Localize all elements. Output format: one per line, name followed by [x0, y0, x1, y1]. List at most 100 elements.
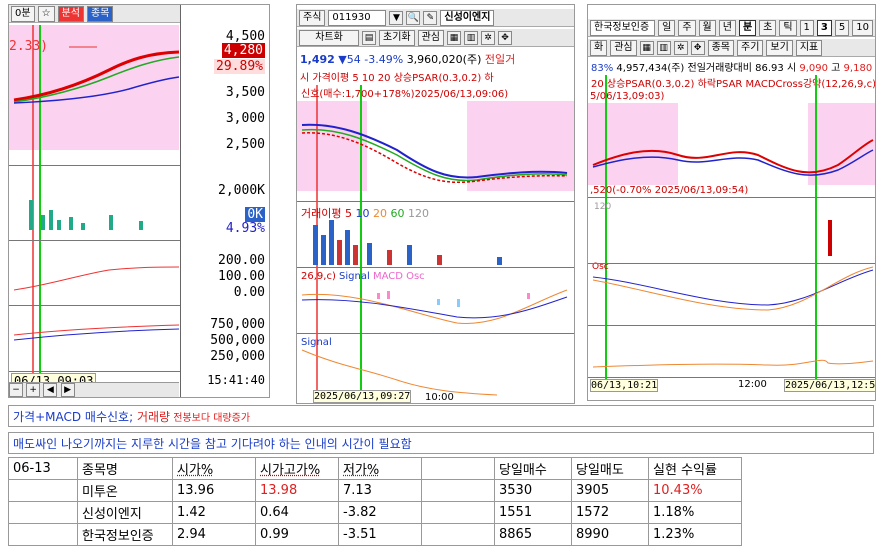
row-sell: 8990: [571, 523, 649, 546]
row-name: 한국정보인증: [77, 523, 173, 546]
row-profit: 1.23%: [648, 523, 742, 546]
signal-line: [301, 349, 498, 396]
macd-signal: Signal: [339, 271, 370, 282]
axis-tick: 750,000: [210, 317, 265, 332]
row-blank: [421, 523, 495, 546]
table-row: 신성이엔지 1.42 0.64 -3.82 1551 1572 1.18%: [8, 501, 742, 524]
header-sell: 당일매도: [571, 457, 649, 480]
zoom-in-icon[interactable]: +: [26, 383, 41, 397]
scroll-right-icon[interactable]: ▶: [60, 383, 75, 397]
volume-legend: 120: [594, 202, 611, 212]
axis-tick: 2,000K: [218, 183, 265, 198]
table-header-row: 06-13 종목명 시가% 시가고가% 저가% 당일매수 당일매도 실현 수익률: [8, 457, 742, 480]
macd-legend: 26,9,c) Signal MACD Osc: [301, 271, 425, 282]
table-row: 미투온 13.96 13.98 7.13 3530 3905 10.43%: [8, 479, 742, 502]
caption-patience: 매도싸인 나오기까지는 지루한 시간을 참고 기다려야 하는 인내의 시간이 필…: [8, 432, 874, 454]
axis-tick: 3,000: [225, 111, 265, 126]
obv-signal-line: [13, 328, 180, 341]
vol-ma10: 10: [355, 207, 370, 220]
price-axis: 4,500 4,280 29.89% 3,500 3,000 2,500 2,0…: [180, 5, 269, 397]
date-left-label: 06/13,10:21: [590, 379, 659, 392]
volume-spike: [828, 220, 832, 256]
vol-ma5: 거래이평 5: [301, 207, 352, 220]
header-profit: 실현 수익률: [648, 457, 742, 480]
macd-line: [13, 266, 180, 291]
macd-line: [592, 266, 874, 311]
axis-tick: 100.00: [218, 269, 265, 284]
row-date: [8, 523, 78, 546]
caption-signal-b: 거래량: [136, 410, 171, 424]
macd-osc-bars: [377, 291, 530, 307]
trade-result-table: 06-13 종목명 시가% 시가고가% 저가% 당일매수 당일매도 실현 수익률…: [8, 457, 742, 546]
row-buy: 8865: [494, 523, 572, 546]
axis-tick: 0.00: [233, 285, 265, 300]
row-open-high: 13.98: [255, 479, 339, 502]
row-name: 미투온: [77, 479, 173, 502]
header-buy: 당일매수: [494, 457, 572, 480]
row-buy: 3530: [494, 479, 572, 502]
axis-tick: 4,500: [225, 29, 265, 44]
row-date: [8, 479, 78, 502]
header-open-high: 시가고가%: [255, 457, 339, 480]
caption-signal-a: 가격+MACD 매수신호;: [13, 410, 137, 424]
vol-ma20: 20: [372, 207, 387, 220]
row-date: [8, 501, 78, 524]
header-open: 시가%: [172, 457, 256, 480]
nav-bar[interactable]: − + ◀ ▶: [9, 382, 179, 397]
axis-tick: 250,000: [210, 349, 265, 364]
header-low: 저가%: [338, 457, 422, 480]
header-blank: [421, 457, 495, 480]
signal-text: 신호(매수:1,700+178%)2025/06/13,09:06): [301, 88, 508, 100]
macd-osc: MACD Osc: [372, 271, 425, 282]
axis-tick: 2,500: [225, 137, 265, 152]
header-name: 종목명: [77, 457, 173, 480]
row-low: 7.13: [338, 479, 422, 502]
row-blank: [421, 501, 495, 524]
row-open: 1.42: [172, 501, 256, 524]
price-chart-canvas: 5/06/13,09:03) ,520(-0.70% 2025/06/13,09…: [588, 75, 875, 390]
macd-param: 26,9,c): [301, 271, 336, 282]
caption-signal: 가격+MACD 매수신호; 거래량 전봉보다 대량증가: [8, 405, 874, 427]
row-buy: 1551: [494, 501, 572, 524]
header-date: 06-13: [8, 457, 78, 480]
row-open-high: 0.99: [255, 523, 339, 546]
row-sell: 1572: [571, 501, 649, 524]
row-low: -3.51: [338, 523, 422, 546]
signal-legend: Signal: [301, 337, 332, 348]
axis-tick: 200.00: [218, 253, 265, 268]
current-price-badge: 4,280: [221, 43, 265, 58]
date-right-label: 2025/06/13,12:54: [784, 379, 875, 392]
chart-panel-shinsung: 주식 011930 ▼ 🔍 ✎ 신성이엔지 차트화 ▤ 초기화 관심 ▦ ▥ ✲…: [296, 4, 575, 404]
volume-badge: 0K: [245, 207, 265, 222]
signal-text: 5/06/13,09:03): [590, 91, 665, 102]
volume-text: ,520(-0.70% 2025/06/13,09:54): [590, 185, 748, 196]
row-profit: 1.18%: [648, 501, 742, 524]
macd-signal-line: [592, 269, 874, 306]
volume-bars: [29, 200, 143, 230]
volume-rate: 4.93%: [225, 221, 265, 236]
time-label: 12:00: [738, 379, 767, 390]
volume-bars: [313, 220, 502, 265]
row-open: 13.96: [172, 479, 256, 502]
volume-legend: 거래이평 5 10 20 60 120: [301, 205, 429, 221]
row-blank: [421, 479, 495, 502]
row-profit: 10.43%: [648, 479, 742, 502]
row-sell: 3905: [571, 479, 649, 502]
time-label: 15:41:40: [207, 373, 265, 387]
annotation-text: 2.33): [9, 39, 48, 54]
axis-tick: 500,000: [210, 333, 265, 348]
current-rate-badge: 29.89%: [214, 59, 265, 74]
caption-signal-c: 전봉보다 대량증가: [170, 413, 251, 424]
zoom-out-icon[interactable]: −: [9, 383, 23, 397]
price-chart-canvas: 신호(매수:1,700+178%)2025/06/13,09:06): [297, 85, 574, 403]
chart-panel-koreainfo: 한국정보인증 일 주 월 년 분 초 틱 1 3 5 10 화 관심 ▦ ▥ ✲…: [587, 4, 876, 401]
row-low: -3.82: [338, 501, 422, 524]
chart-panel-mitoon: 0분 ☆ 분석 종목 2.33) 4,500 4,280 29.89% 3,50…: [8, 4, 270, 398]
axis-tick: 3,500: [225, 85, 265, 100]
scroll-left-icon[interactable]: ◀: [43, 383, 58, 397]
row-open: 2.94: [172, 523, 256, 546]
table-row: 한국정보인증 2.94 0.99 -3.51 8865 8990 1.23%: [8, 523, 742, 546]
row-open-high: 0.64: [255, 501, 339, 524]
date-label: 2025/06/13,09:27: [313, 390, 412, 403]
vol-ma60: 60: [390, 207, 405, 220]
